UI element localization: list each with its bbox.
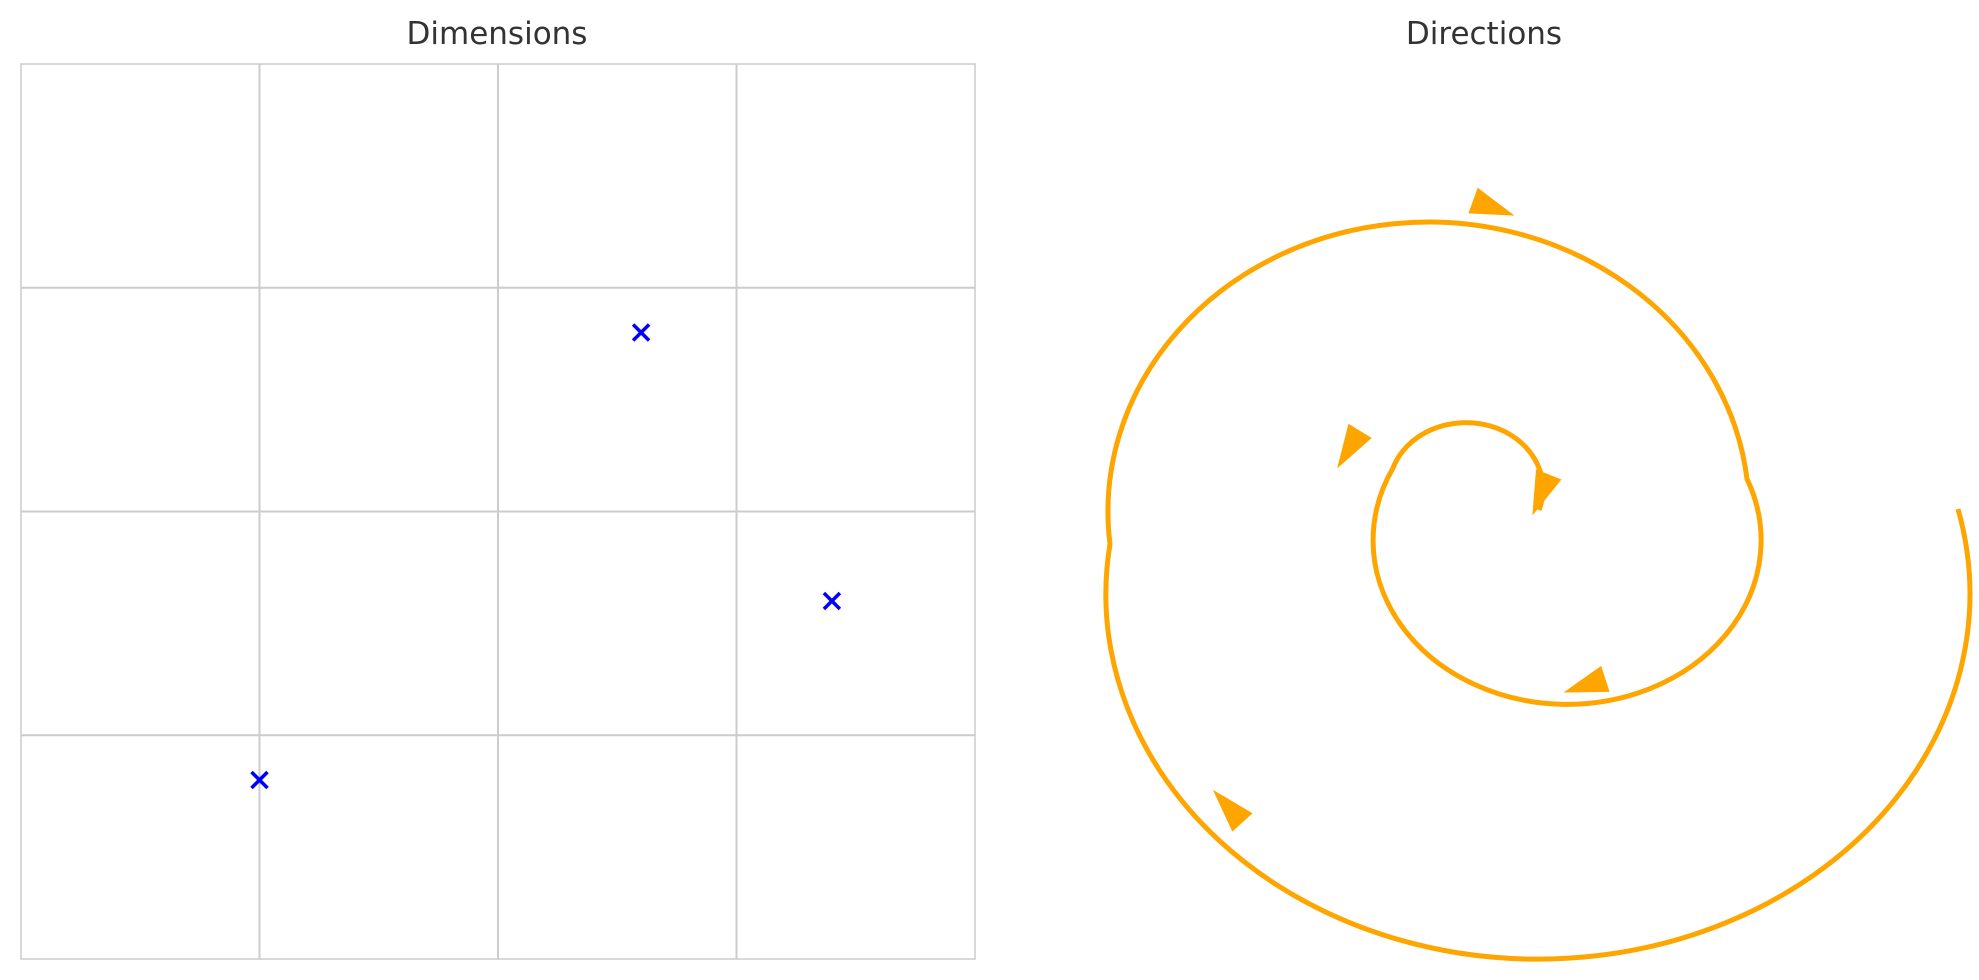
direction-arrowhead-4 bbox=[1468, 187, 1515, 216]
direction-arrowhead-2 bbox=[1337, 423, 1372, 469]
directions-title: Directions bbox=[1406, 16, 1562, 52]
direction-arrowhead-3 bbox=[1563, 665, 1610, 693]
figure: Dimensions Directions bbox=[20, 16, 1973, 962]
directions-plot bbox=[1103, 187, 1973, 962]
dimensions-title: Dimensions bbox=[407, 16, 588, 52]
spiral-line bbox=[1103, 219, 1973, 962]
direction-arrowhead-1 bbox=[1532, 469, 1562, 516]
dimensions-plot bbox=[20, 63, 976, 960]
direction-arrowhead-5 bbox=[1212, 789, 1253, 832]
